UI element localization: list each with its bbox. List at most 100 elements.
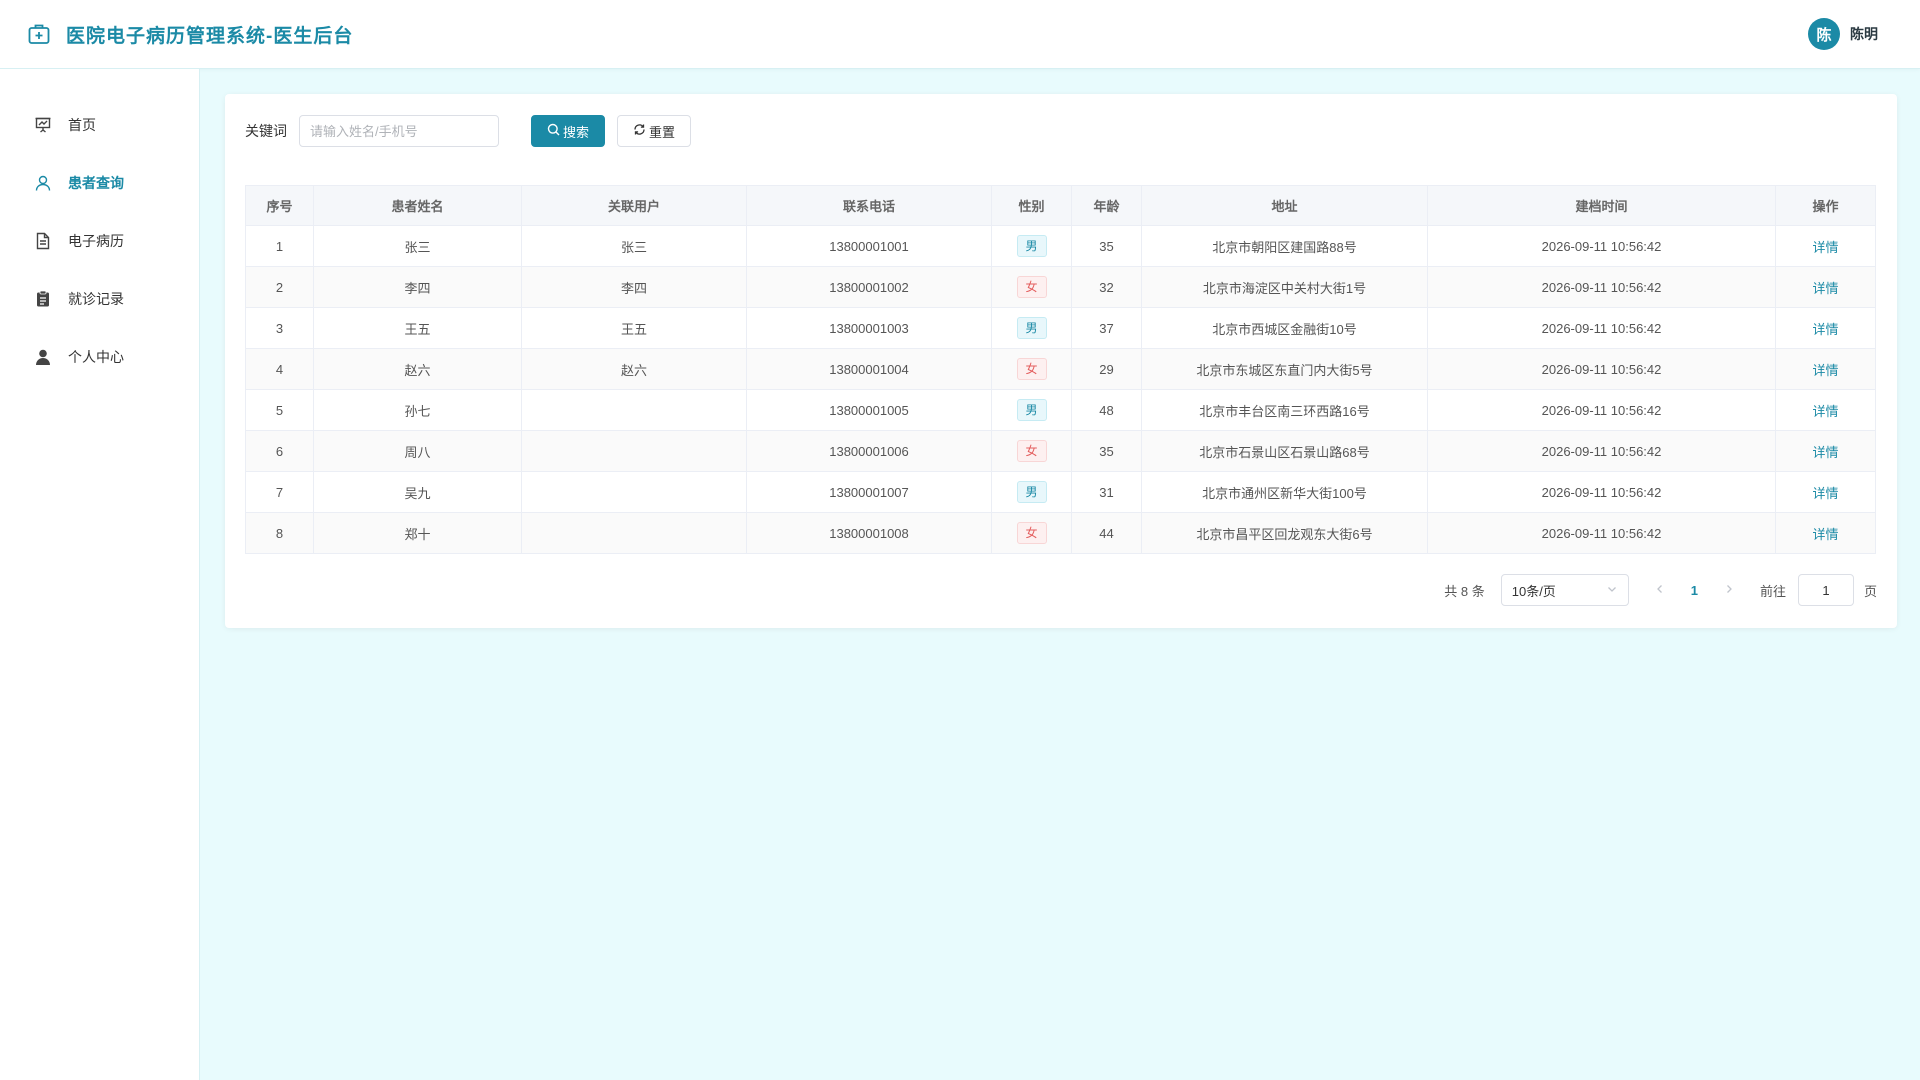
column-header: 年龄 [1071, 185, 1142, 226]
keyword-label: 关键词 [245, 123, 287, 139]
column-header: 患者姓名 [313, 185, 522, 226]
table-row: 7 吴九 13800001007 男 31 北京市通州区新华大街100号 202… [245, 471, 1876, 513]
cell-gender: 男 [991, 471, 1072, 513]
chevron-right-icon[interactable] [1724, 582, 1734, 599]
column-header: 地址 [1141, 185, 1428, 226]
user-icon [34, 174, 52, 192]
detail-link[interactable]: 详情 [1812, 445, 1838, 460]
detail-link[interactable]: 详情 [1812, 240, 1838, 255]
cell-no: 6 [245, 430, 314, 472]
detail-link[interactable]: 详情 [1812, 363, 1838, 378]
cell-action: 详情 [1775, 266, 1876, 308]
search-icon [547, 123, 560, 139]
sidebar-item-label: 电子病历 [68, 233, 124, 249]
cell-phone: 13800001007 [746, 471, 992, 513]
cell-address: 北京市丰台区南三环西路16号 [1141, 389, 1428, 431]
cell-age: 37 [1071, 307, 1142, 349]
page-number-current[interactable]: 1 [1691, 583, 1698, 598]
cell-user [521, 430, 747, 472]
person-icon [34, 348, 52, 366]
cell-created: 2026-09-11 10:56:42 [1427, 348, 1776, 390]
cell-age: 29 [1071, 348, 1142, 390]
detail-link[interactable]: 详情 [1812, 527, 1838, 542]
cell-name: 李四 [313, 266, 522, 308]
cell-no: 1 [245, 225, 314, 267]
medical-kit-icon [26, 21, 52, 47]
reset-button[interactable]: 重置 [617, 115, 692, 147]
cell-no: 4 [245, 348, 314, 390]
detail-link[interactable]: 详情 [1812, 404, 1838, 419]
table-row: 3 王五 王五 13800001003 男 37 北京市西城区金融街10号 20… [245, 307, 1876, 349]
cell-age: 32 [1071, 266, 1142, 308]
search-button[interactable]: 搜索 [531, 115, 606, 147]
column-header: 联系电话 [746, 185, 992, 226]
cell-address: 北京市石景山区石景山路68号 [1141, 430, 1428, 472]
user-name[interactable]: 陈明 [1850, 24, 1878, 44]
cell-user: 赵六 [521, 348, 747, 390]
cell-user: 张三 [521, 225, 747, 267]
pagination: 共 8 条 10条/页 1 前往 页 [1444, 574, 1877, 606]
gender-tag: 女 [1016, 358, 1047, 380]
cell-no: 5 [245, 389, 314, 431]
presentation-chart-icon [34, 116, 52, 134]
table-row: 8 郑十 13800001008 女 44 北京市昌平区回龙观东大街6号 202… [245, 512, 1876, 554]
chevron-left-icon[interactable] [1655, 582, 1665, 599]
table-row: 5 孙七 13800001005 男 48 北京市丰台区南三环西路16号 202… [245, 389, 1876, 431]
keyword-input[interactable] [299, 115, 499, 147]
cell-created: 2026-09-11 10:56:42 [1427, 512, 1776, 554]
document-icon [34, 232, 52, 250]
refresh-icon [633, 123, 646, 139]
brand: 医院电子病历管理系统-医生后台 [26, 21, 353, 48]
gender-tag: 男 [1016, 235, 1047, 257]
cell-no: 7 [245, 471, 314, 513]
table-row: 1 张三 张三 13800001001 男 35 北京市朝阳区建国路88号 20… [245, 225, 1876, 267]
cell-phone: 13800001005 [746, 389, 992, 431]
gender-tag: 女 [1016, 440, 1047, 462]
sidebar-item-medical-records[interactable]: 电子病历 [0, 212, 199, 270]
cell-created: 2026-09-11 10:56:42 [1427, 307, 1776, 349]
avatar[interactable]: 陈 [1808, 18, 1840, 50]
goto-page-input[interactable] [1797, 574, 1854, 606]
column-header: 关联用户 [521, 185, 747, 226]
column-header: 序号 [245, 185, 314, 226]
page-size-select[interactable]: 10条/页 [1500, 574, 1629, 606]
detail-link[interactable]: 详情 [1812, 322, 1838, 337]
chevron-down-icon [1606, 583, 1618, 598]
patient-list-card: 关键词 搜索 重置 [225, 94, 1897, 628]
cell-name: 赵六 [313, 348, 522, 390]
cell-age: 48 [1071, 389, 1142, 431]
gender-tag: 男 [1016, 399, 1047, 421]
cell-gender: 男 [991, 307, 1072, 349]
cell-no: 3 [245, 307, 314, 349]
clipboard-icon [34, 290, 52, 308]
user-menu[interactable]: 陈 陈明 [1808, 18, 1878, 50]
sidebar-item-patient-search[interactable]: 患者查询 [0, 154, 199, 212]
sidebar: 首页 患者查询 电子病历 就诊记录 个人中心 [0, 69, 200, 1080]
sidebar-item-profile[interactable]: 个人中心 [0, 328, 199, 386]
gender-tag: 男 [1016, 317, 1047, 339]
cell-gender: 女 [991, 266, 1072, 308]
cell-name: 周八 [313, 430, 522, 472]
cell-age: 31 [1071, 471, 1142, 513]
sidebar-item-visit-records[interactable]: 就诊记录 [0, 270, 199, 328]
sidebar-item-label: 首页 [68, 117, 96, 133]
table-row: 2 李四 李四 13800001002 女 32 北京市海淀区中关村大街1号 2… [245, 266, 1876, 308]
search-button-label: 搜索 [563, 124, 590, 140]
column-header: 操作 [1775, 185, 1876, 226]
gender-tag: 女 [1016, 276, 1047, 298]
cell-action: 详情 [1775, 512, 1876, 554]
cell-gender: 男 [991, 225, 1072, 267]
cell-address: 北京市通州区新华大街100号 [1141, 471, 1428, 513]
detail-link[interactable]: 详情 [1812, 486, 1838, 501]
cell-user [521, 471, 747, 513]
cell-gender: 女 [991, 512, 1072, 554]
cell-user [521, 512, 747, 554]
cell-address: 北京市朝阳区建国路88号 [1141, 225, 1428, 267]
total-count: 共 8 条 [1444, 583, 1485, 599]
cell-user: 李四 [521, 266, 747, 308]
cell-phone: 13800001002 [746, 266, 992, 308]
sidebar-item-home[interactable]: 首页 [0, 96, 199, 154]
detail-link[interactable]: 详情 [1812, 281, 1838, 296]
page-size-value: 10条/页 [1511, 583, 1556, 599]
cell-created: 2026-09-11 10:56:42 [1427, 225, 1776, 267]
